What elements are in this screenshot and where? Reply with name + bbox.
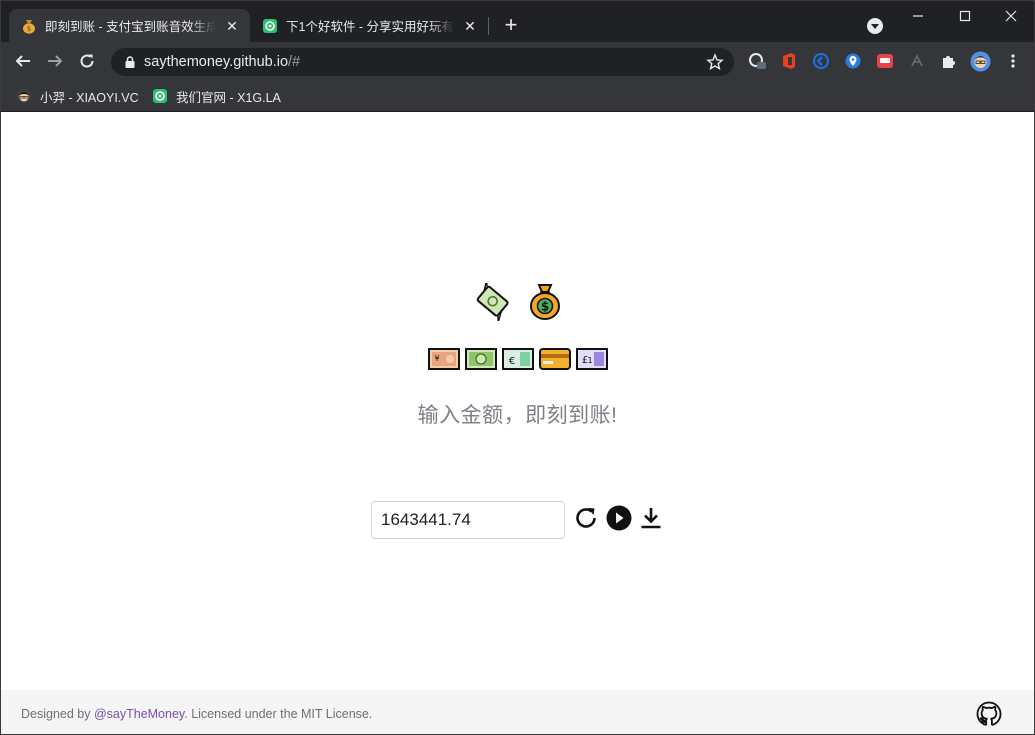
bookmark-label: 小羿 - XIAOYI.VC (40, 90, 139, 105)
money-bag-icon: $ (23, 19, 35, 34)
close-tab-icon[interactable]: ✕ (462, 18, 478, 34)
tab-x1g[interactable]: 下1个好软件 - 分享实用好玩有趣的软件 ✕ (250, 9, 488, 42)
page-content: $ ¥ € £ 1 输入金额，即刻到账! 1643441.74 Designed… (1, 113, 1034, 734)
tab-search-icon[interactable] (867, 18, 883, 34)
green-box-icon (263, 18, 277, 33)
tab-title: 即刻到账 - 支付宝到账音效生成器 (45, 20, 216, 34)
download-icon (641, 508, 661, 529)
profile-avatar-icon[interactable] (970, 51, 991, 72)
euro-banknote-icon: € (501, 348, 534, 370)
maximize-button[interactable] (942, 1, 988, 31)
github-icon[interactable] (975, 700, 1003, 728)
browser-window: $ 即刻到账 - 支付宝到账音效生成器 ✕ 下1个好软件 - 分享实用好玩有趣的… (0, 0, 1035, 735)
svg-text:€: € (508, 356, 514, 367)
bookmark-xiaoyi[interactable]: 小羿 - XIAOYI.VC (16, 86, 139, 106)
forward-arrow-icon (48, 55, 63, 67)
footer-license: . Licensed under the MIT License. (184, 707, 373, 721)
refresh-button[interactable] (572, 504, 600, 532)
close-icon (1005, 10, 1017, 22)
url-text: saythemoney.github.io/# (144, 54, 300, 70)
money-bag-icon: $ (529, 284, 560, 320)
minimize-button[interactable] (895, 1, 941, 31)
puzzle-extensions-icon[interactable] (940, 52, 958, 70)
extension-blue-circle-icon[interactable] (812, 52, 830, 70)
menu-kebab-icon[interactable] (1004, 52, 1022, 70)
footer-prefix: Designed by (21, 707, 94, 721)
bookmarks-bar: 小羿 - XIAOYI.VC 我们官网 - X1G.LA (1, 80, 1034, 112)
url-host: saythemoney.github.io (144, 54, 289, 70)
svg-text:¥: ¥ (434, 354, 439, 363)
amount-input[interactable] (371, 501, 565, 539)
dollar-banknote-icon (464, 348, 497, 370)
svg-text:1: 1 (587, 356, 592, 365)
tab-saythemoney[interactable]: $ 即刻到账 - 支付宝到账音效生成器 ✕ (9, 9, 250, 42)
url-path: /# (288, 54, 301, 70)
close-window-button[interactable] (988, 1, 1034, 31)
address-bar[interactable]: saythemoney.github.io/# (111, 48, 734, 76)
tab-strip: $ 即刻到账 - 支付宝到账音效生成器 ✕ 下1个好软件 - 分享实用好玩有趣的… (1, 1, 1034, 42)
play-button[interactable] (605, 504, 633, 532)
yen-banknote-icon: ¥ (427, 348, 460, 370)
extension-office-icon[interactable] (780, 52, 798, 70)
svg-text:$: $ (540, 300, 548, 314)
bookmark-label: 我们官网 - X1G.LA (176, 90, 281, 105)
forward-button[interactable] (41, 47, 69, 75)
close-tab-icon[interactable]: ✕ (224, 18, 240, 34)
credit-card-icon (538, 348, 571, 370)
lock-icon (125, 56, 135, 68)
back-button[interactable] (9, 47, 37, 75)
money-with-wings-icon (476, 283, 509, 321)
extension-red-box-icon[interactable] (876, 52, 894, 70)
extension-screenshot-icon[interactable] (748, 52, 766, 70)
avatar-icon (16, 88, 32, 104)
reload-button[interactable] (73, 47, 101, 75)
play-icon (606, 505, 632, 531)
minimize-icon (913, 15, 923, 17)
green-box-icon (153, 89, 167, 103)
extension-location-icon[interactable] (844, 52, 862, 70)
pound-banknote-icon: £ 1 (575, 348, 608, 370)
new-tab-icon[interactable]: + (499, 14, 523, 38)
tab-separator (488, 17, 489, 35)
bookmark-star-icon[interactable] (706, 53, 724, 71)
tagline: 输入金额，即刻到账! (417, 404, 618, 427)
download-button[interactable] (637, 504, 665, 532)
hero-emoji-row: $ (1, 283, 1034, 321)
author-link[interactable]: @sayTheMoney (94, 707, 184, 721)
bookmark-x1g[interactable]: 我们官网 - X1G.LA (152, 86, 281, 106)
reload-icon (80, 54, 94, 68)
extension-disabled-icon[interactable] (908, 52, 926, 70)
tab-title: 下1个好软件 - 分享实用好玩有趣的软件 (286, 20, 454, 34)
browser-toolbar: saythemoney.github.io/# (1, 42, 1034, 80)
refresh-icon (576, 508, 596, 528)
page-footer: Designed by @sayTheMoney. Licensed under… (1, 690, 1034, 734)
back-arrow-icon (15, 55, 30, 67)
maximize-icon (959, 10, 971, 22)
footer-text: Designed by @sayTheMoney. Licensed under… (21, 707, 372, 721)
banknote-emoji-row: ¥ € £ 1 (1, 348, 1034, 370)
svg-text:$: $ (27, 25, 31, 33)
